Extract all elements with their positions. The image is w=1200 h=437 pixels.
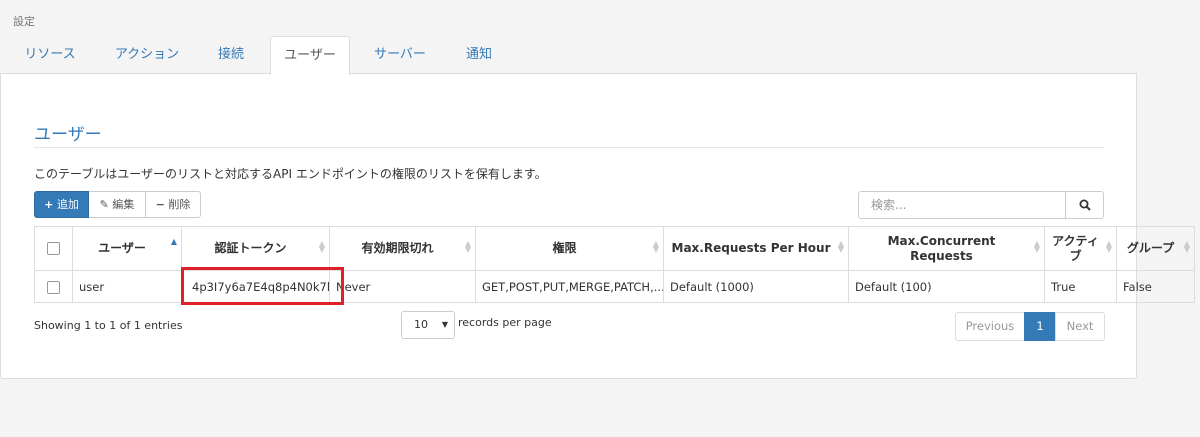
table-row[interactable]: user 4p3I7y6a7E4q8p4N0k7k Never GET,POST… (34, 270, 1195, 303)
cell-user: user (72, 270, 182, 303)
column-header-label: 認証トークン (214, 241, 287, 255)
sort-icon: ▲ ▼ (1105, 239, 1112, 254)
table-header-row: ユーザー ▲ 認証トークン ▲ ▼ 有効期限切れ ▲ ▼ 権限 ▲ ▼ Max.Req… (34, 226, 1195, 271)
edit-icon: ✎ (99, 198, 109, 211)
page-1-button[interactable]: 1 (1024, 312, 1056, 341)
delete-button[interactable]: − 削除 (146, 191, 201, 218)
users-table: ユーザー ▲ 認証トークン ▲ ▼ 有効期限切れ ▲ ▼ 権限 ▲ ▼ Max.Req… (34, 226, 1195, 303)
column-header-label: 有効期限切れ (361, 241, 434, 255)
column-header-label: Max.Concurrent Requests (887, 233, 996, 263)
sort-icon: ▲ ▼ (318, 239, 325, 254)
column-header-user[interactable]: ユーザー ▲ (72, 226, 182, 271)
column-header-label: アクティブ (1052, 233, 1099, 263)
section-title: ユーザー (34, 125, 102, 145)
section-divider (34, 147, 1104, 148)
sort-ascending-icon: ▲ (170, 237, 177, 246)
column-header-permissions[interactable]: 権限 ▲ ▼ (475, 226, 664, 271)
column-header-expires[interactable]: 有効期限切れ ▲ ▼ (329, 226, 476, 271)
column-header-group[interactable]: グループ ▲ ▼ (1116, 226, 1195, 271)
breadcrumb: 設定 (13, 15, 35, 28)
search-icon (1079, 199, 1091, 211)
sort-icon: ▲ ▼ (1183, 239, 1190, 254)
sort-icon: ▲ ▼ (837, 239, 844, 254)
add-button-label: 追加 (56, 198, 79, 211)
previous-page-button[interactable]: Previous (955, 312, 1025, 341)
page-size-select[interactable]: 10 ▼ (401, 311, 455, 339)
page-size-value: 10 (414, 318, 428, 331)
minus-icon: − (155, 198, 165, 211)
column-header-label: 権限 (552, 241, 577, 255)
sort-icon: ▲ ▼ (1033, 239, 1040, 254)
tab-servers[interactable]: サーバー (362, 36, 438, 73)
column-header-label: Max.Requests Per Hour (671, 241, 831, 255)
caret-down-icon: ▼ (441, 320, 448, 329)
edit-button-label: 編集 (112, 198, 135, 211)
select-all-cell (34, 226, 73, 271)
column-header-max-requests[interactable]: Max.Requests Per Hour ▲ ▼ (663, 226, 849, 271)
add-button[interactable]: + 追加 (34, 191, 89, 218)
tab-resources[interactable]: リソース (12, 36, 88, 73)
delete-button-label: 削除 (168, 198, 191, 211)
section-description: このテーブルはユーザーのリストと対応するAPI エンドポイントの権限のリストを保… (34, 167, 547, 181)
edit-button[interactable]: ✎ 編集 (89, 191, 146, 218)
select-all-checkbox[interactable] (47, 242, 60, 255)
column-header-active[interactable]: アクティブ ▲ ▼ (1044, 226, 1117, 271)
column-header-label: ユーザー (98, 241, 146, 255)
search-input[interactable] (858, 191, 1066, 219)
column-header-max-concurrent[interactable]: Max.Concurrent Requests ▲ ▼ (848, 226, 1045, 271)
sort-icon: ▲ ▼ (464, 239, 471, 254)
row-select-cell (34, 270, 73, 303)
column-header-label: グループ (1126, 241, 1175, 255)
next-page-button[interactable]: Next (1055, 312, 1105, 341)
cell-max-requests: Default (1000) (663, 270, 849, 303)
sort-icon: ▲ ▼ (652, 239, 659, 254)
column-header-token[interactable]: 認証トークン ▲ ▼ (181, 226, 330, 271)
page-size-label: records per page (458, 316, 552, 329)
entries-info: Showing 1 to 1 of 1 entries (34, 319, 183, 332)
tab-connections[interactable]: 接続 (206, 36, 256, 73)
cell-token: 4p3I7y6a7E4q8p4N0k7k (181, 270, 330, 303)
tab-notifications[interactable]: 通知 (456, 36, 502, 73)
cell-group: False (1116, 270, 1195, 303)
cell-expires: Never (329, 270, 476, 303)
cell-active: True (1044, 270, 1117, 303)
search-button[interactable] (1065, 191, 1104, 219)
cell-permissions: GET,POST,PUT,MERGE,PATCH,... (475, 270, 664, 303)
row-checkbox[interactable] (47, 280, 60, 294)
cell-max-concurrent: Default (100) (848, 270, 1045, 303)
plus-icon: + (44, 198, 54, 211)
tab-actions[interactable]: アクション (104, 36, 190, 73)
tab-users[interactable]: ユーザー (270, 36, 350, 75)
